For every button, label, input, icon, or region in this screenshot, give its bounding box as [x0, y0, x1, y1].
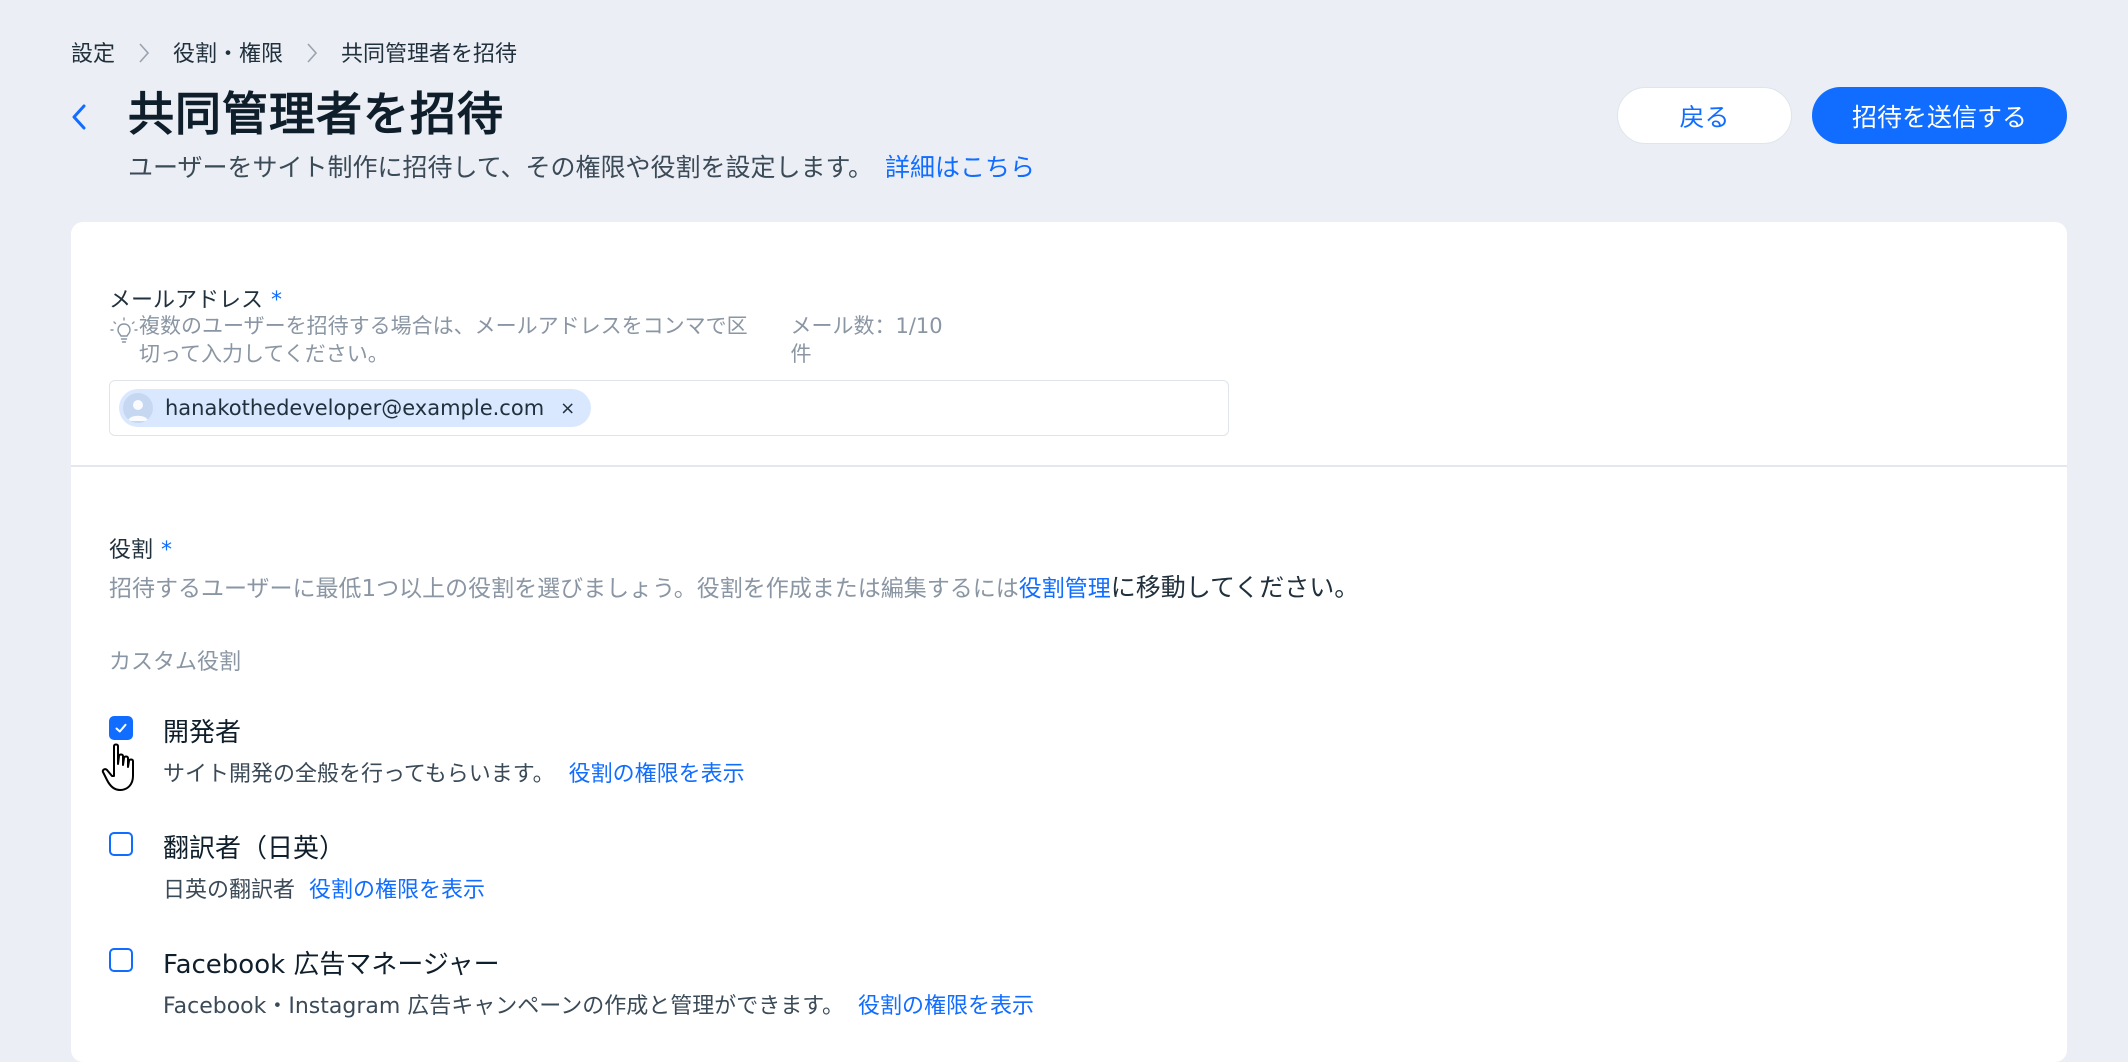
email-label: メールアドレス *: [109, 282, 282, 314]
view-permissions-link[interactable]: 役割の権限を表示: [569, 762, 745, 787]
role-description-text: 日英の翻訳者: [163, 878, 296, 903]
role-checkbox-translator[interactable]: [109, 832, 133, 856]
roles-label-text: 役割: [109, 538, 154, 563]
avatar: [123, 393, 153, 423]
email-count: メール数：1/10件: [790, 314, 943, 366]
role-name: Facebook 広告マネージャー: [163, 950, 500, 980]
role-checkbox-facebook-ads[interactable]: [109, 948, 133, 972]
page-subtitle: ユーザーをサイト制作に招待して、その権限や役割を設定します。 詳細はこちら: [128, 148, 1035, 184]
role-description: 日英の翻訳者 役割の権限を表示: [163, 872, 485, 904]
email-chip: hanakothedeveloper@example.com ×: [119, 389, 592, 427]
role-name: 開発者: [163, 718, 242, 748]
breadcrumb: 設定 役割・権限 共同管理者を招待: [71, 36, 517, 68]
send-invite-button[interactable]: 招待を送信する: [1812, 87, 2067, 144]
required-mark: *: [271, 288, 283, 313]
roles-description-prefix: 招待するユーザーに最低1つ以上の役割を選びましょう。役割を作成または編集するには: [109, 576, 1019, 602]
view-permissions-link[interactable]: 役割の権限を表示: [309, 878, 485, 903]
role-description-text: Facebook・Instagram 広告キャンペーンの作成と管理ができます。: [163, 994, 844, 1019]
email-hint-row: 複数のユーザーを招待する場合は、メールアドレスをコンマで区切って入力してください…: [109, 312, 959, 368]
page-title: 共同管理者を招待: [128, 87, 504, 141]
role-description-text: サイト開発の全般を行ってもらいます。: [163, 762, 555, 787]
breadcrumb-item-current: 共同管理者を招待: [341, 42, 518, 67]
email-input[interactable]: hanakothedeveloper@example.com ×: [109, 380, 1229, 436]
role-description: サイト開発の全般を行ってもらいます。 役割の権限を表示: [163, 756, 745, 788]
chevron-left-icon[interactable]: [68, 100, 92, 134]
subtitle-text: ユーザーをサイト制作に招待して、その権限や役割を設定します。: [128, 153, 874, 182]
section-divider: [71, 465, 2067, 467]
roles-description: 招待するユーザーに最低1つ以上の役割を選びましょう。役割を作成または編集するには…: [109, 568, 1359, 604]
email-label-text: メールアドレス: [109, 288, 264, 313]
back-button[interactable]: 戻る: [1617, 87, 1792, 144]
email-hint-text: 複数のユーザーを招待する場合は、メールアドレスをコンマで区切って入力してください…: [139, 314, 748, 366]
view-permissions-link[interactable]: 役割の権限を表示: [858, 994, 1034, 1019]
chevron-right-icon: [283, 40, 341, 65]
custom-roles-heading: カスタム役割: [109, 650, 242, 675]
roles-label: 役割 *: [109, 532, 172, 564]
email-chip-text: hanakothedeveloper@example.com: [165, 396, 545, 420]
close-icon[interactable]: ×: [560, 398, 575, 419]
role-description: Facebook・Instagram 広告キャンペーンの作成と管理ができます。役…: [163, 988, 1034, 1020]
role-name: 翻訳者（日英）: [163, 834, 346, 864]
role-management-link[interactable]: 役割管理: [1019, 576, 1111, 602]
hand-cursor-icon: [100, 742, 142, 794]
required-mark: *: [161, 538, 173, 563]
chevron-right-icon: [115, 40, 173, 65]
learn-more-link[interactable]: 詳細はこちら: [885, 153, 1035, 182]
breadcrumb-item-roles[interactable]: 役割・権限: [173, 36, 283, 68]
lightbulb-icon: [109, 316, 139, 346]
role-checkbox-developer[interactable]: [109, 716, 133, 740]
invite-form-card: メールアドレス * 複数のユーザーを招待する場合は、メールアドレスをコンマで区切っ…: [71, 222, 2067, 1062]
breadcrumb-item-settings[interactable]: 設定: [71, 36, 115, 68]
roles-description-suffix: に移動してください。: [1110, 573, 1360, 602]
